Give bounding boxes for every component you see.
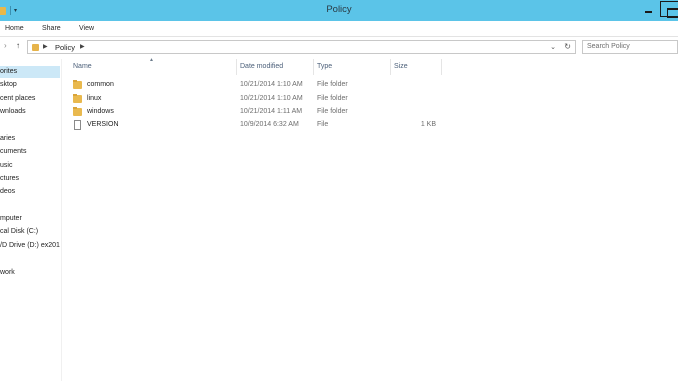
search-input[interactable]: Search Policy — [582, 40, 678, 54]
nav-item-libraries[interactable]: aries — [0, 135, 15, 142]
folder-icon — [73, 107, 82, 116]
chevron-right-icon[interactable]: ▶ — [80, 43, 85, 50]
file-row[interactable]: windows 10/21/2014 1:11 AM File folder — [62, 106, 442, 119]
nav-item-network[interactable]: work — [0, 269, 15, 276]
file-name: common — [87, 81, 114, 88]
file-name: windows — [87, 108, 114, 115]
file-icon — [74, 120, 81, 130]
restore-button[interactable] — [660, 1, 678, 18]
chevron-right-icon[interactable]: ▶ — [43, 43, 48, 50]
file-row[interactable]: linux 10/21/2014 1:10 AM File folder — [62, 93, 442, 106]
nav-item-music[interactable]: usic — [0, 162, 12, 169]
navigation-pane[interactable]: orites sktop cent places wnloads aries c… — [0, 59, 62, 381]
folder-icon — [73, 94, 82, 103]
title-bar[interactable]: ▾ Policy — [0, 0, 678, 21]
file-date: 10/21/2014 1:10 AM — [240, 95, 303, 102]
file-size: 1 KB — [420, 121, 436, 128]
search-placeholder: Search Policy — [587, 43, 630, 50]
window-controls — [636, 0, 678, 21]
window-title: Policy — [326, 4, 352, 15]
nav-item-favorites[interactable]: orites — [0, 68, 17, 75]
column-divider[interactable] — [441, 59, 442, 75]
column-header-row: ▲ Name Date modified Type Size — [62, 57, 442, 75]
tab-view[interactable]: View — [79, 25, 94, 32]
column-divider[interactable] — [390, 59, 391, 75]
column-type[interactable]: Type — [317, 63, 332, 70]
column-name[interactable]: Name — [73, 63, 92, 70]
ribbon: Home Share View — [0, 21, 678, 37]
nav-item-downloads[interactable]: wnloads — [0, 108, 26, 115]
tab-share[interactable]: Share — [42, 25, 61, 32]
folder-icon — [32, 44, 39, 51]
file-name: VERSION — [87, 121, 119, 128]
file-date: 10/21/2014 1:11 AM — [240, 108, 303, 115]
nav-item-documents[interactable]: cuments — [0, 148, 26, 155]
nav-item-dvd-drive[interactable]: /D Drive (D:) ex201 — [0, 242, 60, 249]
forward-arrow-icon[interactable]: › — [4, 41, 7, 50]
minimize-button[interactable] — [636, 0, 660, 21]
nav-item-computer[interactable]: mputer — [0, 215, 22, 222]
file-type: File folder — [317, 81, 348, 88]
file-type: File folder — [317, 108, 348, 115]
file-date: 10/21/2014 1:10 AM — [240, 81, 303, 88]
up-arrow-icon[interactable]: ↑ — [16, 41, 20, 50]
file-date: 10/9/2014 6:32 AM — [240, 121, 299, 128]
sort-ascending-icon: ▲ — [149, 57, 154, 63]
file-row[interactable]: VERSION 10/9/2014 6:32 AM File 1 KB — [62, 119, 442, 132]
column-divider[interactable] — [236, 59, 237, 75]
tab-home[interactable]: Home — [5, 25, 24, 32]
refresh-icon[interactable]: ↻ — [564, 42, 571, 51]
column-divider[interactable] — [313, 59, 314, 75]
nav-item-desktop[interactable]: sktop — [0, 81, 17, 88]
chevron-down-icon[interactable]: ⌄ — [550, 43, 556, 51]
file-type: File folder — [317, 95, 348, 102]
breadcrumb-policy[interactable]: Policy — [55, 43, 75, 52]
column-size[interactable]: Size — [394, 63, 408, 70]
nav-item-local-disk[interactable]: cal Disk (C:) — [0, 228, 38, 235]
folder-icon — [73, 80, 82, 89]
file-type: File — [317, 121, 329, 128]
file-row[interactable]: common 10/21/2014 1:10 AM File folder — [62, 79, 442, 92]
nav-item-recent-places[interactable]: cent places — [0, 95, 35, 102]
address-bar[interactable]: ▶ Policy ▶ ⌄ ↻ — [27, 40, 576, 54]
column-date-modified[interactable]: Date modified — [240, 63, 283, 70]
file-name: linux — [87, 95, 102, 102]
nav-item-pictures[interactable]: ctures — [0, 175, 19, 182]
nav-item-videos[interactable]: deos — [0, 188, 15, 195]
address-row: › ↑ ▶ Policy ▶ ⌄ ↻ Search Policy — [0, 37, 678, 57]
